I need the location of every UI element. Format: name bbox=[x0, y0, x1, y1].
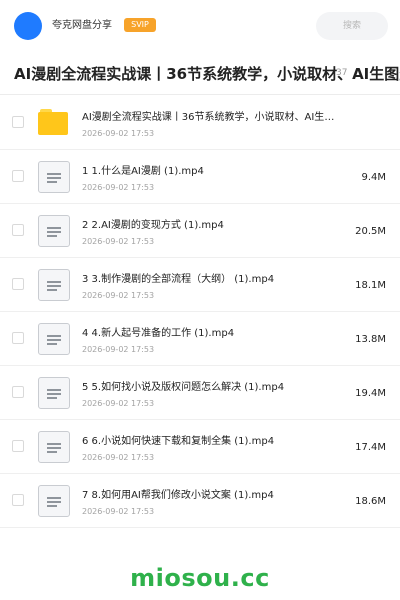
file-date: 2026-09-02 17:53 bbox=[82, 345, 155, 354]
file-name[interactable]: 6 6.小说如何快速下载和复制全集 (1).mp4 bbox=[82, 435, 342, 449]
row-checkbox[interactable] bbox=[12, 386, 24, 398]
list-item[interactable]: 7 8.如何用AI帮我们修改小说文案 (1).mp4 2026-09-02 17… bbox=[0, 474, 400, 528]
file-date: 2026-09-02 17:53 bbox=[82, 183, 155, 192]
video-file-icon bbox=[38, 485, 70, 517]
file-name[interactable]: AI漫剧全流程实战课丨36节系统教学，小说取材、AI生图生视频、剪辑全掌握 bbox=[82, 111, 342, 125]
divider bbox=[0, 94, 400, 95]
avatar[interactable] bbox=[14, 12, 42, 40]
file-date: 2026-09-02 17:53 bbox=[82, 237, 155, 246]
row-checkbox[interactable] bbox=[12, 170, 24, 182]
list-item[interactable]: 4 4.新人起号准备的工作 (1).mp4 2026-09-02 17:53 1… bbox=[0, 312, 400, 366]
file-list: AI漫剧全流程实战课丨36节系统教学，小说取材、AI生图生视频、剪辑全掌握 20… bbox=[0, 96, 400, 528]
video-file-icon bbox=[38, 377, 70, 409]
row-checkbox[interactable] bbox=[12, 278, 24, 290]
file-size: 19.4M bbox=[355, 388, 386, 399]
list-item[interactable]: 3 3.制作漫剧的全部流程（大纲） (1).mp4 2026-09-02 17:… bbox=[0, 258, 400, 312]
file-size: 20.5M bbox=[355, 226, 386, 237]
file-date: 2026-09-02 17:53 bbox=[82, 453, 155, 462]
file-name[interactable]: 5 5.如何找小说及版权问题怎么解决 (1).mp4 bbox=[82, 381, 342, 395]
file-size: 17.4M bbox=[355, 442, 386, 453]
file-name[interactable]: 7 8.如何用AI帮我们修改小说文案 (1).mp4 bbox=[82, 489, 342, 503]
file-date: 2026-09-02 17:53 bbox=[82, 507, 155, 516]
row-checkbox[interactable] bbox=[12, 224, 24, 236]
file-size: 13.8M bbox=[355, 334, 386, 345]
row-checkbox[interactable] bbox=[12, 116, 24, 128]
folder-icon bbox=[38, 107, 70, 139]
row-checkbox[interactable] bbox=[12, 332, 24, 344]
list-item[interactable]: 5 5.如何找小说及版权问题怎么解决 (1).mp4 2026-09-02 17… bbox=[0, 366, 400, 420]
file-name[interactable]: 1 1.什么是AI漫剧 (1).mp4 bbox=[82, 165, 342, 179]
file-name[interactable]: 3 3.制作漫剧的全部流程（大纲） (1).mp4 bbox=[82, 273, 342, 287]
file-size: 18.1M bbox=[355, 280, 386, 291]
video-file-icon bbox=[38, 215, 70, 247]
list-item[interactable]: 6 6.小说如何快速下载和复制全集 (1).mp4 2026-09-02 17:… bbox=[0, 420, 400, 474]
brand-name: 夸克网盘分享 bbox=[52, 20, 112, 31]
file-size: 9.4M bbox=[361, 172, 386, 183]
video-file-icon bbox=[38, 323, 70, 355]
app-header: 夸克网盘分享 SVIP 搜索 bbox=[0, 0, 400, 52]
video-file-icon bbox=[38, 161, 70, 193]
share-title-bar: AI漫剧全流程实战课丨36节系统教学，小说取材、AI生图生 37 bbox=[0, 56, 400, 92]
file-count: 37 bbox=[336, 68, 348, 78]
list-item[interactable]: 1 1.什么是AI漫剧 (1).mp4 2026-09-02 17:53 9.4… bbox=[0, 150, 400, 204]
svip-badge[interactable]: SVIP bbox=[124, 18, 156, 32]
search-input[interactable]: 搜索 bbox=[316, 12, 388, 40]
file-size: 18.6M bbox=[355, 496, 386, 507]
file-date: 2026-09-02 17:53 bbox=[82, 291, 155, 300]
file-name[interactable]: 2 2.AI漫剧的变现方式 (1).mp4 bbox=[82, 219, 342, 233]
file-date: 2026-09-02 17:53 bbox=[82, 399, 155, 408]
video-file-icon bbox=[38, 431, 70, 463]
list-item[interactable]: 2 2.AI漫剧的变现方式 (1).mp4 2026-09-02 17:53 2… bbox=[0, 204, 400, 258]
watermark-text: miosou.cc bbox=[130, 564, 270, 592]
file-name[interactable]: 4 4.新人起号准备的工作 (1).mp4 bbox=[82, 327, 342, 341]
row-checkbox[interactable] bbox=[12, 440, 24, 452]
row-checkbox[interactable] bbox=[12, 494, 24, 506]
list-item[interactable]: AI漫剧全流程实战课丨36节系统教学，小说取材、AI生图生视频、剪辑全掌握 20… bbox=[0, 96, 400, 150]
file-date: 2026-09-02 17:53 bbox=[82, 129, 155, 138]
video-file-icon bbox=[38, 269, 70, 301]
